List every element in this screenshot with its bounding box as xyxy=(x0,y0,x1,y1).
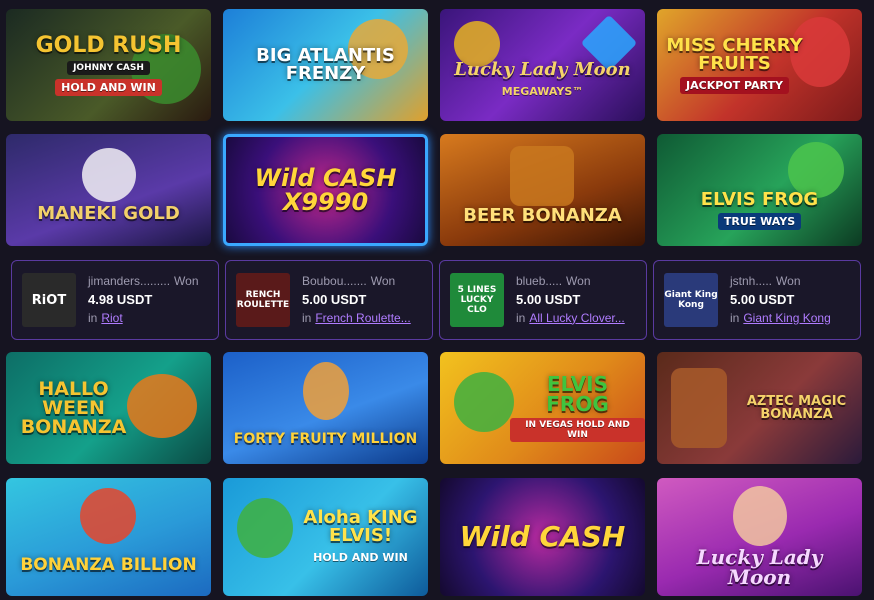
game-tile-maneki-gold[interactable]: MANEKI GOLD xyxy=(6,134,211,246)
game-title: BIG ATLANTIS FRENZY xyxy=(256,45,395,84)
game-tag: JOHNNY CASH xyxy=(67,60,150,75)
game-tile-big-atlantis-frenzy[interactable]: BIG ATLANTIS FRENZY xyxy=(223,9,428,121)
in-label: in xyxy=(516,310,526,325)
beer-barrel-icon xyxy=(510,146,574,206)
winner-card[interactable]: RiOT jimanders......... Won 4.98 USDT in R… xyxy=(11,260,219,340)
game-title: ELVIS FROG xyxy=(700,188,819,210)
game-tile-beer-bonanza[interactable]: BEER BONANZA xyxy=(440,134,645,246)
game-link[interactable]: Giant King Kong xyxy=(743,311,830,325)
game-link[interactable]: Riot xyxy=(101,311,122,325)
aztec-warrior-icon xyxy=(671,368,727,448)
game-title: MISS CHERRY FRUITS xyxy=(666,34,803,74)
won-label: Won xyxy=(370,274,396,289)
win-game-line: in All Lucky Clover... xyxy=(516,311,625,326)
in-label: in xyxy=(88,310,98,325)
winner-username: blueb..... xyxy=(516,274,563,289)
game-tile-forty-fruity-million[interactable]: FORTY FRUITY MILLION xyxy=(223,352,428,464)
frog-icon xyxy=(237,498,293,558)
game-link[interactable]: All Lucky Clover... xyxy=(529,311,624,325)
character-icon xyxy=(303,362,349,420)
game-thumbnail[interactable]: RENCH ROULETTE xyxy=(236,273,290,327)
win-amount: 5.00 USDT xyxy=(302,292,367,308)
won-label: Won xyxy=(566,274,591,289)
winner-username: jstnh..... xyxy=(730,274,773,289)
win-game-line: in Giant King Kong xyxy=(730,311,831,326)
win-amount: 5.00 USDT xyxy=(516,292,581,308)
win-amount: 5.00 USDT xyxy=(730,292,795,308)
recent-winners-row: RiOT jimanders......... Won 4.98 USDT in R… xyxy=(11,260,861,340)
game-subtitle: MEGAWAYS™ xyxy=(501,84,584,98)
game-tile-lucky-lady-moon[interactable]: Lucky Lady Moon xyxy=(657,478,862,596)
game-subtitle: HOLD AND WIN xyxy=(313,550,408,564)
game-title: Aloha KING ELVIS! xyxy=(303,506,418,546)
winner-line: blueb..... Won xyxy=(516,274,625,289)
game-title: AZTEC MAGIC BONANZA xyxy=(746,394,847,422)
game-thumbnail[interactable]: Giant King Kong xyxy=(664,273,718,327)
game-title: Wild CASH X9990 xyxy=(254,164,397,216)
game-title: MANEKI GOLD xyxy=(37,203,180,224)
winner-username: Boubou....... xyxy=(302,274,367,289)
game-tile-aztec-magic-bonanza[interactable]: AZTEC MAGIC BONANZA xyxy=(657,352,862,464)
winner-card[interactable]: Giant King Kong jstnh..... Won 5.00 USDT … xyxy=(653,260,861,340)
game-tile-wild-cash-x9990[interactable]: Wild CASH X9990 xyxy=(223,134,428,246)
flower-icon xyxy=(80,488,136,544)
game-grid-row-5: BONANZA BILLION Aloha KING ELVIS! HOLD A… xyxy=(6,478,862,596)
game-grid-row-4: HALLO WEEN BONANZA FORTY FRUITY MILLION … xyxy=(6,352,862,464)
win-game-line: in Riot xyxy=(88,311,199,326)
winner-card[interactable]: 5 LINES LUCKY CLO blueb..... Won 5.00 USD… xyxy=(439,260,647,340)
game-title: GOLD RUSH xyxy=(35,32,182,58)
game-link[interactable]: French Roulette... xyxy=(315,311,410,325)
game-tile-halloween-bonanza[interactable]: HALLO WEEN BONANZA xyxy=(6,352,211,464)
won-label: Won xyxy=(174,274,199,289)
game-subtitle: HOLD AND WIN xyxy=(55,78,162,96)
game-tile-wild-cash[interactable]: Wild CASH xyxy=(440,478,645,596)
game-tile-lucky-lady-moon-megaways[interactable]: Lucky Lady Moon MEGAWAYS™ xyxy=(440,9,645,121)
win-game-line: in French Roulette... xyxy=(302,311,411,326)
game-tile-elvis-frog-true-ways[interactable]: ELVIS FROG TRUE WAYS xyxy=(657,134,862,246)
game-title: BONANZA BILLION xyxy=(20,554,197,575)
game-subtitle: JACKPOT PARTY xyxy=(680,76,789,94)
lucky-cat-icon xyxy=(82,148,136,202)
game-tile-gold-rush[interactable]: GOLD RUSH JOHNNY CASH HOLD AND WIN xyxy=(6,9,211,121)
game-title: FORTY FRUITY MILLION xyxy=(233,431,418,447)
game-tile-aloha-king-elvis[interactable]: Aloha KING ELVIS! HOLD AND WIN xyxy=(223,478,428,596)
game-title: BEER BONANZA xyxy=(463,205,622,226)
winner-line: jstnh..... Won xyxy=(730,274,831,289)
game-tile-miss-cherry-fruits[interactable]: MISS CHERRY FRUITS JACKPOT PARTY xyxy=(657,9,862,121)
game-title: HALLO WEEN BONANZA xyxy=(20,377,127,438)
winner-line: jimanders......... Won xyxy=(88,274,199,289)
winner-card[interactable]: RENCH ROULETTE Boubou....... Won 5.00 USD… xyxy=(225,260,433,340)
in-label: in xyxy=(730,310,740,325)
game-subtitle: TRUE WAYS xyxy=(717,212,802,230)
in-label: in xyxy=(302,310,312,325)
game-thumbnail[interactable]: RiOT xyxy=(22,273,76,327)
game-thumbnail[interactable]: 5 LINES LUCKY CLO xyxy=(450,273,504,327)
game-title: Lucky Lady Moon xyxy=(696,545,823,589)
game-title: Wild CASH xyxy=(459,520,626,553)
frog-icon xyxy=(454,372,514,432)
game-tile-bonanza-billion[interactable]: BONANZA BILLION xyxy=(6,478,211,596)
game-tile-elvis-frog-in-vegas[interactable]: ELVIS FROG IN VEGAS HOLD AND WIN xyxy=(440,352,645,464)
character-icon xyxy=(733,486,787,546)
game-title: Lucky Lady Moon xyxy=(454,58,631,80)
game-title: ELVIS FROG xyxy=(546,372,609,416)
game-grid-row-2: MANEKI GOLD Wild CASH X9990 BEER BONANZA… xyxy=(6,134,862,246)
winner-line: Boubou....... Won xyxy=(302,274,411,289)
game-grid-row-1: GOLD RUSH JOHNNY CASH HOLD AND WIN BIG A… xyxy=(6,9,862,121)
winner-username: jimanders......... xyxy=(88,274,171,289)
won-label: Won xyxy=(776,274,801,289)
game-subtitle: IN VEGAS HOLD AND WIN xyxy=(510,418,645,442)
win-amount: 4.98 USDT xyxy=(88,292,153,308)
